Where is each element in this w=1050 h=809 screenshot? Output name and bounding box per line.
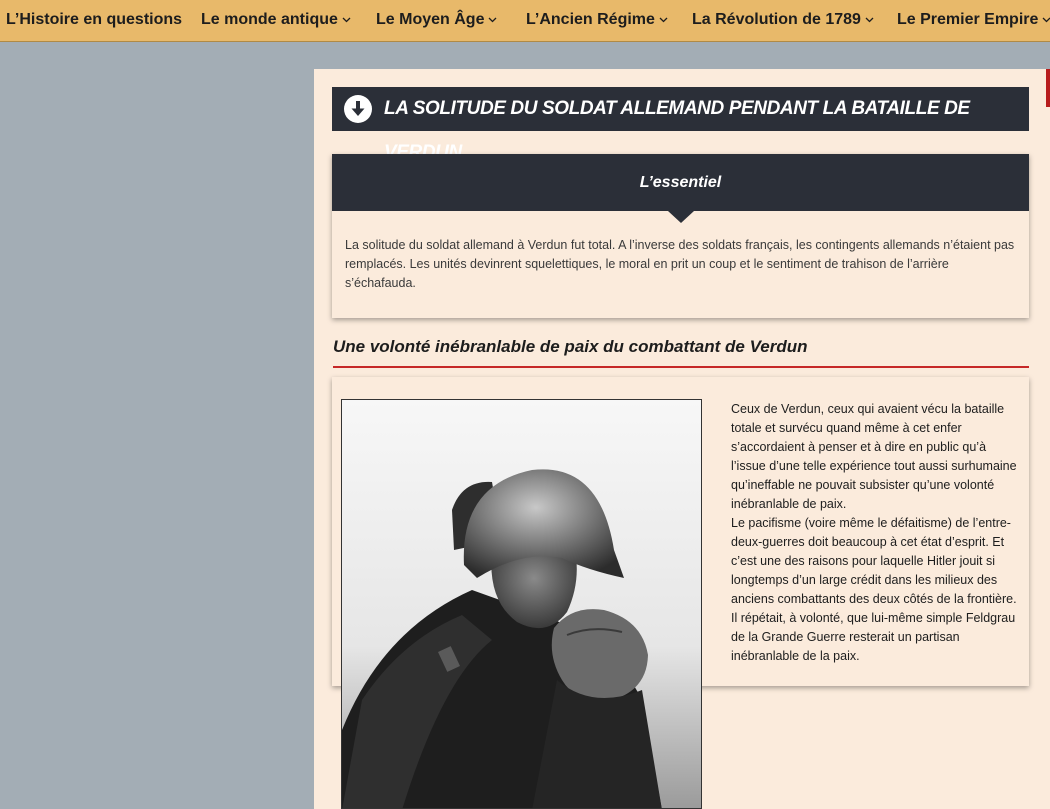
section-divider <box>333 366 1029 368</box>
article-title: LA SOLITUDE DU SOLDAT ALLEMAND PENDANT L… <box>384 98 970 163</box>
nav-item-home[interactable]: L’Histoire en questions <box>6 0 182 41</box>
nav-item-premier-empire[interactable]: Le Premier Empire <box>897 0 1050 41</box>
essential-heading: L’essentiel <box>332 154 1029 211</box>
scroll-accent <box>1046 69 1050 107</box>
chevron-down-icon <box>659 17 668 23</box>
nav-item-moyen-age[interactable]: Le Moyen Âge <box>376 0 497 41</box>
section-paragraph: Le pacifisme (voire même le défaitisme) … <box>731 516 1017 663</box>
essential-pointer <box>668 211 694 223</box>
chevron-down-icon <box>342 17 351 23</box>
chevron-down-icon <box>865 17 874 23</box>
top-navigation: L’Histoire en questions Le monde antique… <box>0 0 1050 42</box>
essential-text: La solitude du soldat allemand à Verdun … <box>345 238 1015 290</box>
nav-item-monde-antique[interactable]: Le monde antique <box>201 0 351 41</box>
nav-item-label: Le monde antique <box>201 11 338 28</box>
nav-item-label: La Révolution de 1789 <box>692 11 861 28</box>
essential-box: L’essentiel La solitude du soldat allema… <box>332 154 1029 318</box>
chevron-down-icon <box>1042 17 1050 23</box>
nav-item-label: Le Premier Empire <box>897 11 1039 28</box>
nav-item-ancien-regime[interactable]: L’Ancien Régime <box>526 0 668 41</box>
arrow-down-circle-icon[interactable] <box>344 95 372 123</box>
section-text: Ceux de Verdun, ceux qui avaient vécu la… <box>731 400 1023 666</box>
section-paragraph: Ceux de Verdun, ceux qui avaient vécu la… <box>731 402 1017 511</box>
nav-item-label: L’Histoire en questions <box>6 11 183 28</box>
chevron-down-icon <box>488 17 497 23</box>
nav-item-revolution[interactable]: La Révolution de 1789 <box>692 0 874 41</box>
nav-item-label: Le Moyen Âge <box>376 11 485 28</box>
nav-item-label: L’Ancien Régime <box>526 11 655 28</box>
soldier-photo <box>341 399 702 809</box>
section-heading: Une volonté inébranlable de paix du comb… <box>333 337 808 356</box>
article-title-bar: LA SOLITUDE DU SOLDAT ALLEMAND PENDANT L… <box>332 87 1029 163</box>
